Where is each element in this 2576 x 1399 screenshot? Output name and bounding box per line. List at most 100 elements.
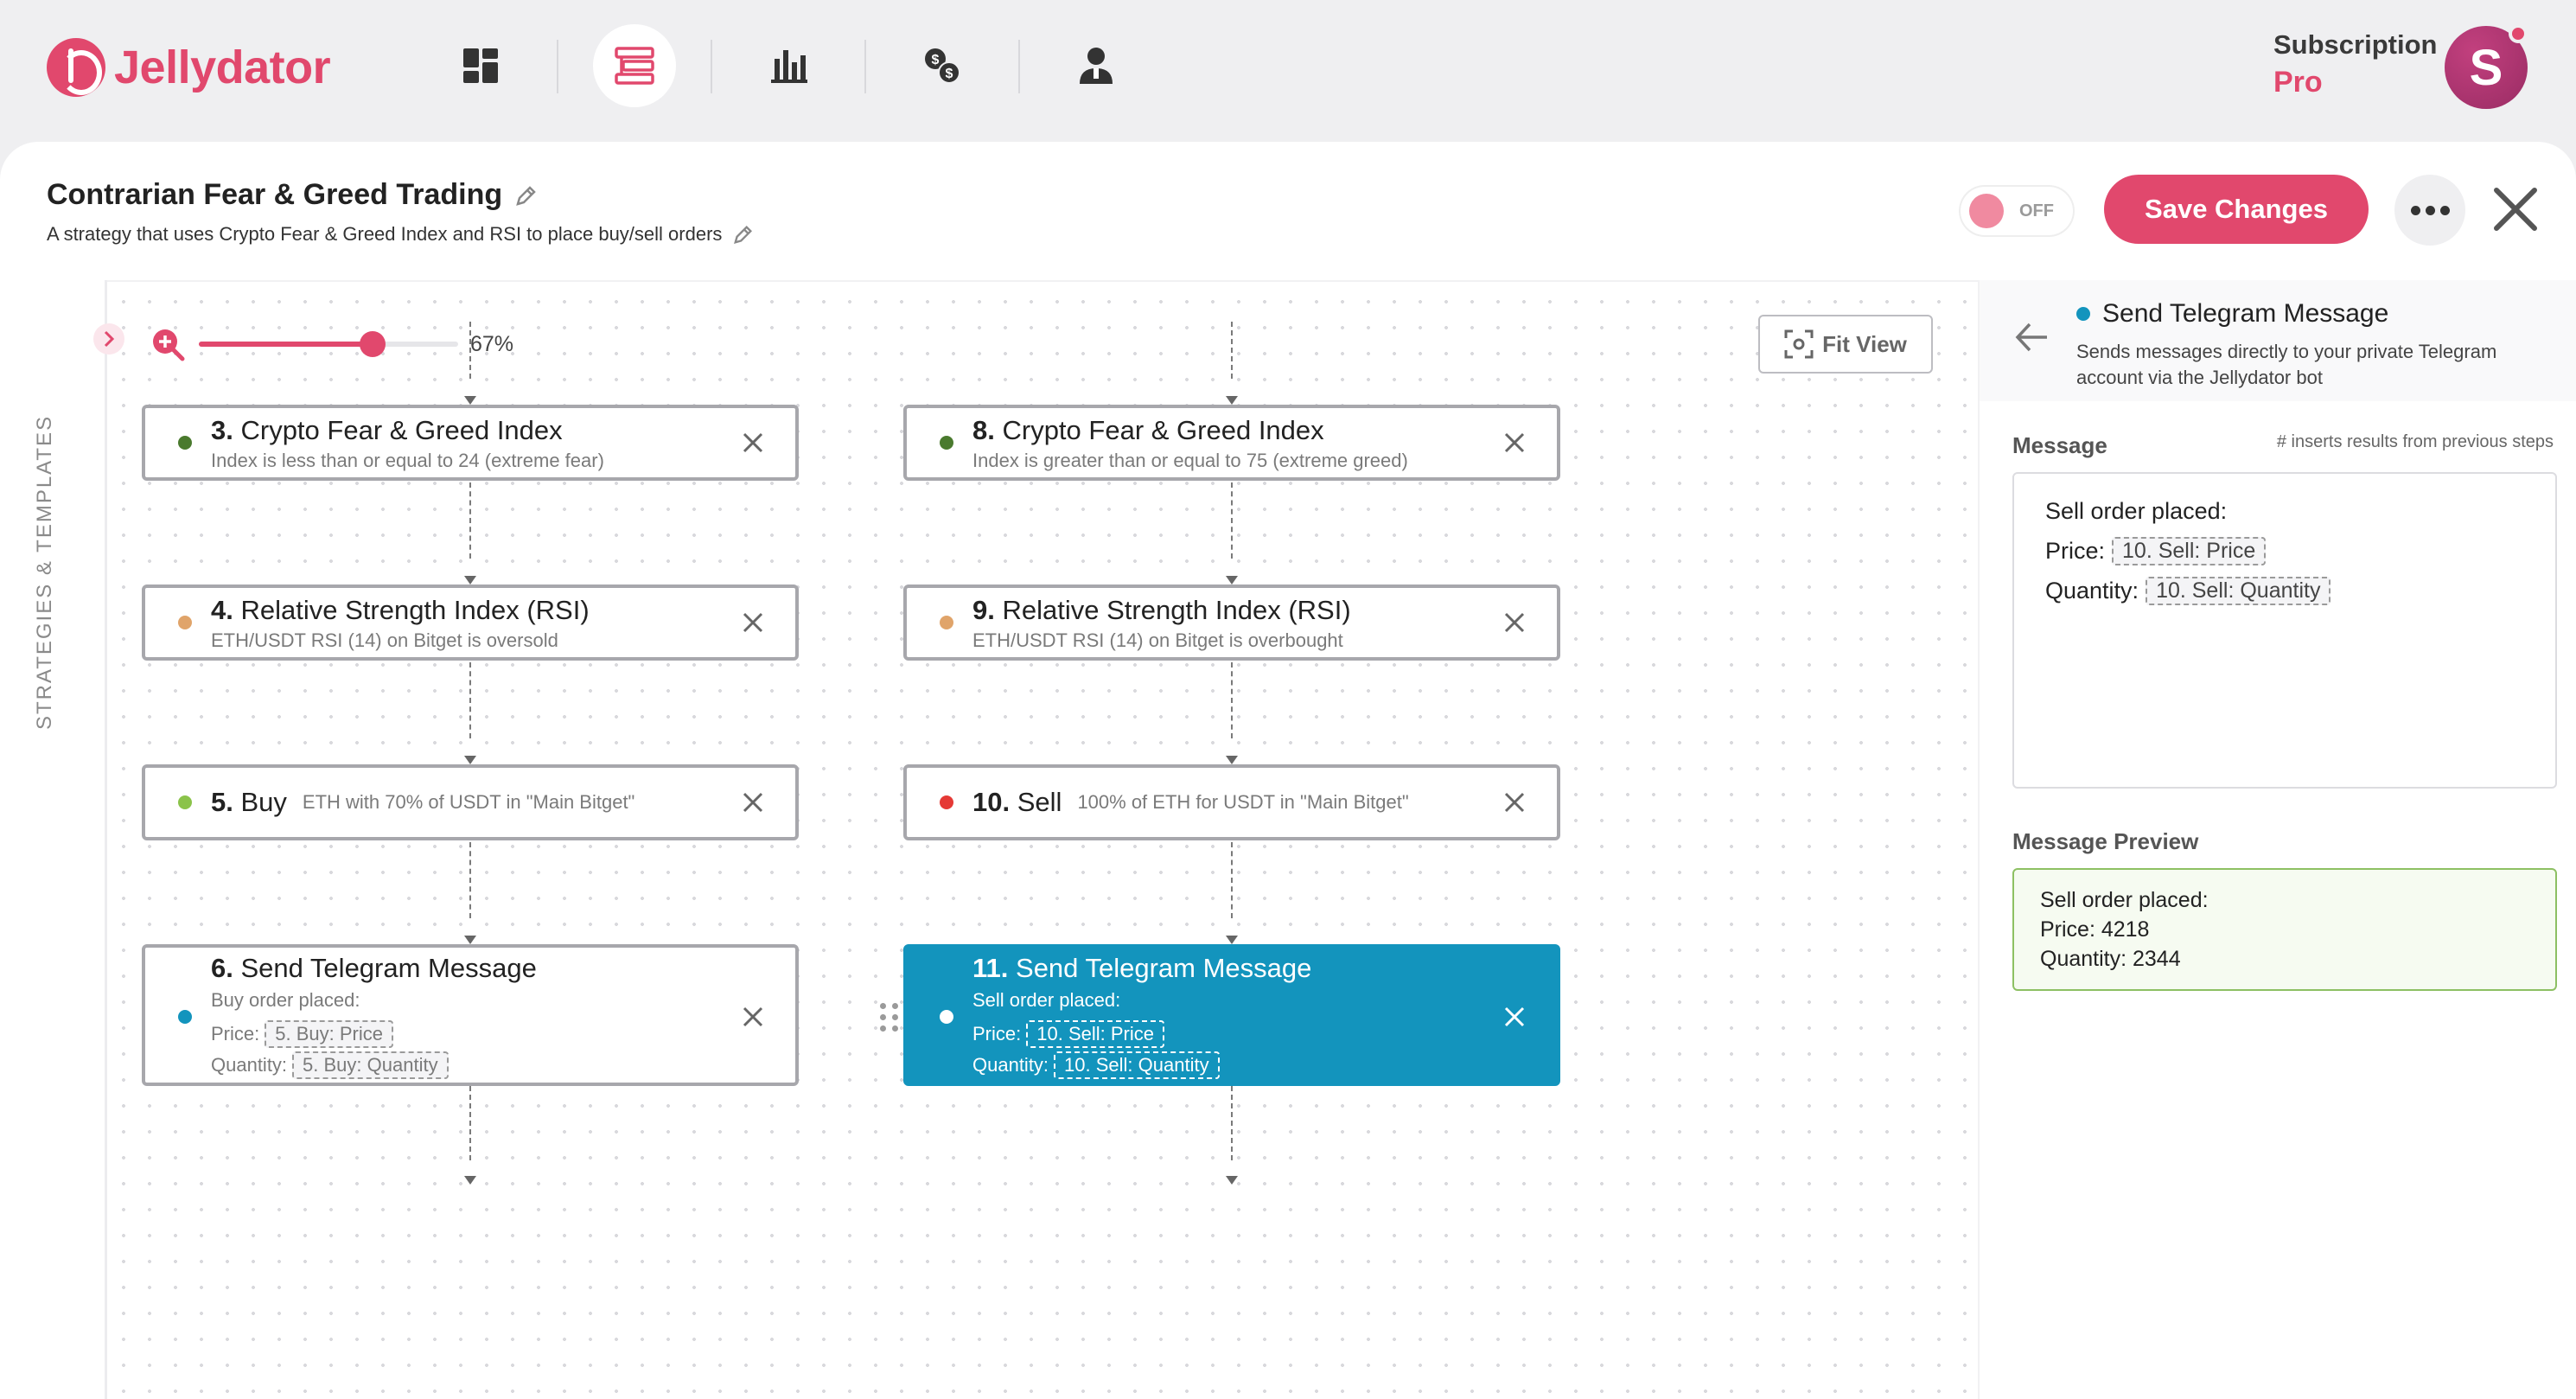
step-description: Index is greater than or equal to 75 (ex… xyxy=(972,450,1408,471)
zoom-in-icon[interactable] xyxy=(150,327,185,361)
step-title: 6. Send Telegram Message xyxy=(211,953,537,983)
connector xyxy=(469,322,471,379)
dot xyxy=(2410,205,2420,215)
chevron-right-icon xyxy=(104,330,115,348)
zoom-slider[interactable] xyxy=(199,331,458,357)
drag-handle-icon[interactable] xyxy=(880,1003,899,1032)
zoom-slider-fill xyxy=(199,342,373,347)
step-status-dot xyxy=(178,1010,192,1024)
step-description: ETH/USDT RSI (14) on Bitget is oversold xyxy=(211,629,558,651)
remove-step-icon[interactable] xyxy=(1503,1006,1526,1028)
step-status-dot xyxy=(940,795,953,809)
variable-chip[interactable]: 10. Sell: Quantity xyxy=(2146,576,2331,605)
flow-step-4[interactable]: 4. Relative Strength Index (RSI) ETH/USD… xyxy=(142,585,799,661)
toggle-label: OFF xyxy=(2019,201,2054,220)
expand-sidebar-button[interactable] xyxy=(93,323,124,355)
connector xyxy=(1231,842,1233,918)
step-status-dot xyxy=(178,795,192,809)
connector xyxy=(469,1086,471,1160)
step-type-dot xyxy=(2076,307,2090,321)
templates-sidebar-collapsed[interactable]: STRATEGIES & TEMPLATES xyxy=(0,280,107,1399)
step-title: 10. Sell 100% of ETH for USDT in "Main Bi… xyxy=(972,787,1409,817)
exchange-currency-icon: $ $ xyxy=(925,48,960,84)
remove-step-icon[interactable] xyxy=(1503,431,1526,454)
connector-arrow xyxy=(1226,1176,1238,1185)
bar-chart-icon xyxy=(771,50,807,83)
details-title: Send Telegram Message xyxy=(2102,299,2389,328)
strategy-active-toggle[interactable]: OFF xyxy=(1961,187,2073,235)
connector xyxy=(469,662,471,738)
svg-text:$: $ xyxy=(946,67,953,81)
nav-statistics[interactable] xyxy=(747,24,830,107)
flow-step-8[interactable]: 8. Crypto Fear & Greed Index Index is gr… xyxy=(903,405,1560,481)
top-bar: Jellydator $ $ Subscription Pro S xyxy=(0,0,2576,142)
variable-chip: 5. Buy: Price xyxy=(265,1020,393,1048)
variable-chip: 10. Sell: Quantity xyxy=(1054,1051,1220,1079)
strategy-title-row: Contrarian Fear & Greed Trading xyxy=(47,178,539,212)
message-preview: Sell order placed: Price: 4218 Quantity:… xyxy=(2012,868,2557,991)
flow-step-6[interactable]: 6. Send Telegram Message Buy order place… xyxy=(142,944,799,1086)
fit-view-icon xyxy=(1784,329,1814,359)
message-label: Message xyxy=(2012,432,2107,458)
details-description: Sends messages directly to your private … xyxy=(2076,341,2497,388)
step-description: 100% of ETH for USDT in "Main Bitget" xyxy=(1077,791,1409,813)
message-line: Price: 5. Buy: Price xyxy=(211,1020,393,1048)
preview-line: Price: 4218 xyxy=(2040,917,2150,942)
edit-pencil-icon[interactable] xyxy=(732,223,755,246)
save-changes-button[interactable]: Save Changes xyxy=(2104,175,2369,244)
edit-pencil-icon[interactable] xyxy=(514,183,539,208)
more-options-button[interactable] xyxy=(2394,175,2465,246)
back-arrow-icon[interactable] xyxy=(2014,322,2049,353)
close-icon[interactable] xyxy=(2488,182,2543,237)
subscription-info[interactable]: Subscription Pro xyxy=(2273,29,2437,99)
fit-view-label: Fit View xyxy=(1822,330,1907,357)
app-logo[interactable]: Jellydator xyxy=(47,38,331,97)
nav-account[interactable] xyxy=(1055,24,1138,107)
message-line: Sell order placed: xyxy=(2045,497,2228,524)
connector xyxy=(1231,482,1233,559)
connector xyxy=(1231,1086,1233,1160)
connector-arrow xyxy=(464,1176,476,1185)
strategy-title: Contrarian Fear & Greed Trading xyxy=(47,178,503,211)
connector-arrow xyxy=(464,936,476,944)
remove-step-icon[interactable] xyxy=(1503,611,1526,634)
flow-step-5[interactable]: 5. Buy ETH with 70% of USDT in "Main Bitg… xyxy=(142,764,799,840)
user-icon xyxy=(1080,48,1113,84)
step-title: 9. Relative Strength Index (RSI) xyxy=(972,595,1351,625)
flow-step-10[interactable]: 10. Sell 100% of ETH for USDT in "Main Bi… xyxy=(903,764,1560,840)
flow-step-11[interactable]: 11. Send Telegram Message Sell order pla… xyxy=(903,944,1560,1086)
sidebar-label: STRATEGIES & TEMPLATES xyxy=(33,414,56,730)
remove-step-icon[interactable] xyxy=(1503,791,1526,814)
remove-step-icon[interactable] xyxy=(742,1006,764,1028)
message-line: Buy order placed: xyxy=(211,989,360,1011)
step-description: ETH with 70% of USDT in "Main Bitget" xyxy=(302,791,635,813)
preview-label: Message Preview xyxy=(2012,828,2199,854)
connector-arrow xyxy=(1226,936,1238,944)
message-line: Sell order placed: xyxy=(972,989,1121,1011)
remove-step-icon[interactable] xyxy=(742,791,764,814)
nav-separator xyxy=(711,40,712,93)
fit-view-button[interactable]: Fit View xyxy=(1758,315,1933,374)
toggle-knob xyxy=(1969,194,2004,228)
flow-step-3[interactable]: 3. Crypto Fear & Greed Index Index is le… xyxy=(142,405,799,481)
svg-text:$: $ xyxy=(932,53,940,67)
dashboard-icon xyxy=(463,48,498,83)
message-editor[interactable]: Sell order placed: Price: 10. Sell: Price… xyxy=(2012,472,2557,789)
dot xyxy=(2439,205,2450,215)
step-status-dot xyxy=(940,1010,953,1024)
variable-chip[interactable]: 10. Sell: Price xyxy=(2112,536,2267,565)
preview-line: Sell order placed: xyxy=(2040,888,2209,912)
remove-step-icon[interactable] xyxy=(742,431,764,454)
subscription-plan: Pro xyxy=(2273,66,2323,99)
strategy-description-row: A strategy that uses Crypto Fear & Greed… xyxy=(47,223,755,246)
flow-step-9[interactable]: 9. Relative Strength Index (RSI) ETH/USD… xyxy=(903,585,1560,661)
nav-strategies[interactable] xyxy=(593,24,676,107)
nav-dashboard[interactable] xyxy=(439,24,522,107)
message-line: Price: 10. Sell: Price xyxy=(2045,531,2524,571)
step-details-panel: Send Telegram Message Sends messages dir… xyxy=(1978,280,2576,1399)
remove-step-icon[interactable] xyxy=(742,611,764,634)
notification-dot xyxy=(2509,24,2528,43)
nav-separator xyxy=(557,40,558,93)
nav-exchanges[interactable]: $ $ xyxy=(901,24,984,107)
zoom-slider-handle[interactable] xyxy=(360,331,386,357)
